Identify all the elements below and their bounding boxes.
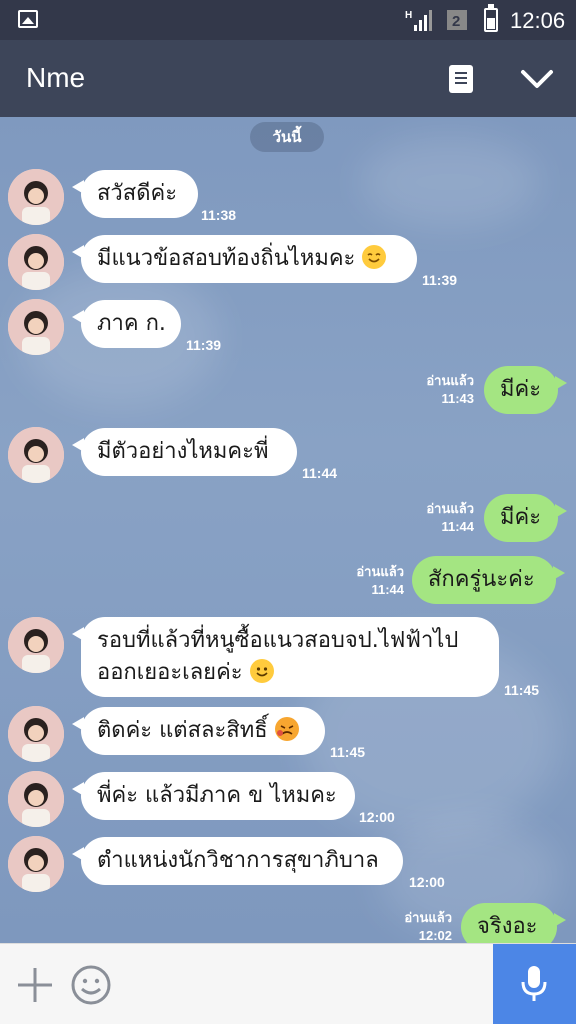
svg-text:2: 2 [452,13,460,30]
read-receipt: อ่านแล้ว 11:44 [426,501,474,534]
sad-face-emoji [274,717,299,741]
incoming-message[interactable]: ตำแหน่งนักวิชาการสุขาภิบาล [72,837,403,885]
chat-title: Nme [26,62,86,93]
incoming-message[interactable]: รอบที่แล้วที่หนูซื้อแนวสอบจป.ไฟฟ้าไป ออก… [72,617,499,697]
message-time: 12:00 [409,874,445,890]
contact-avatar[interactable] [8,234,64,290]
incoming-message[interactable]: มีแนวข้อสอบท้องถิ่นไหมคะ [72,235,417,283]
mic-icon [521,966,547,1001]
contact-avatar[interactable] [8,299,64,355]
message-time: 11:38 [201,207,237,223]
contact-avatar[interactable] [8,836,64,892]
mic-button[interactable] [493,944,576,1024]
message-time: 11:45 [330,744,366,760]
incoming-message[interactable]: ติดค่ะ แต่สละสิทธิ์ [72,707,325,755]
contact-avatar[interactable] [8,771,64,827]
chevron-down-icon[interactable] [520,68,554,90]
message-time: 11:44 [302,465,338,481]
message-time: 11:45 [504,682,540,698]
incoming-message[interactable]: สวัสดีค่ะ [72,170,198,218]
incoming-message[interactable]: ภาค ก. [72,300,181,348]
smiling-face-emoji [362,245,387,269]
sim-icon: 2 [447,10,467,30]
date-separator: วันนี้ [250,122,324,152]
chat-area[interactable]: วันนี้ สวัสดีค่ะ 11:38 มีแนวข้อสอบท้องถิ… [0,117,576,943]
emoji-icon[interactable] [70,964,112,1006]
contact-avatar[interactable] [8,617,64,673]
incoming-message[interactable]: มีตัวอย่างไหมคะพี่ [72,428,297,476]
read-receipt: อ่านแล้ว 11:43 [426,373,474,406]
incoming-message[interactable]: พี่ค่ะ แล้วมีภาค ข ไหมคะ [72,772,355,820]
read-receipt: อ่านแล้ว 11:44 [356,564,404,597]
contact-avatar[interactable] [8,427,64,483]
input-bar [0,943,576,1024]
outgoing-message[interactable]: สักครู่นะค่ะ [412,556,565,604]
message-time: 11:39 [186,337,222,353]
contact-avatar[interactable] [8,169,64,225]
outgoing-message[interactable]: มีค่ะ [484,494,567,542]
battery-icon [484,4,498,32]
message-time: 12:00 [359,809,395,825]
smiling-face-emoji [249,659,274,683]
notes-icon[interactable] [449,65,473,93]
contact-avatar[interactable] [8,706,64,762]
status-bar: H 2 12:06 [0,0,576,40]
plus-icon[interactable] [16,966,54,1004]
read-receipt: อ่านแล้ว 12:02 [404,910,452,943]
signal-icon: H [405,10,432,31]
status-time: 12:06 [510,8,566,33]
chat-header: Nme [0,40,576,117]
svg-text:H: H [405,10,412,21]
gallery-notification-icon [18,10,38,28]
message-time: 11:39 [422,272,458,288]
outgoing-message[interactable]: มีค่ะ [484,366,567,414]
outgoing-message[interactable]: จริงอะ [461,903,566,943]
